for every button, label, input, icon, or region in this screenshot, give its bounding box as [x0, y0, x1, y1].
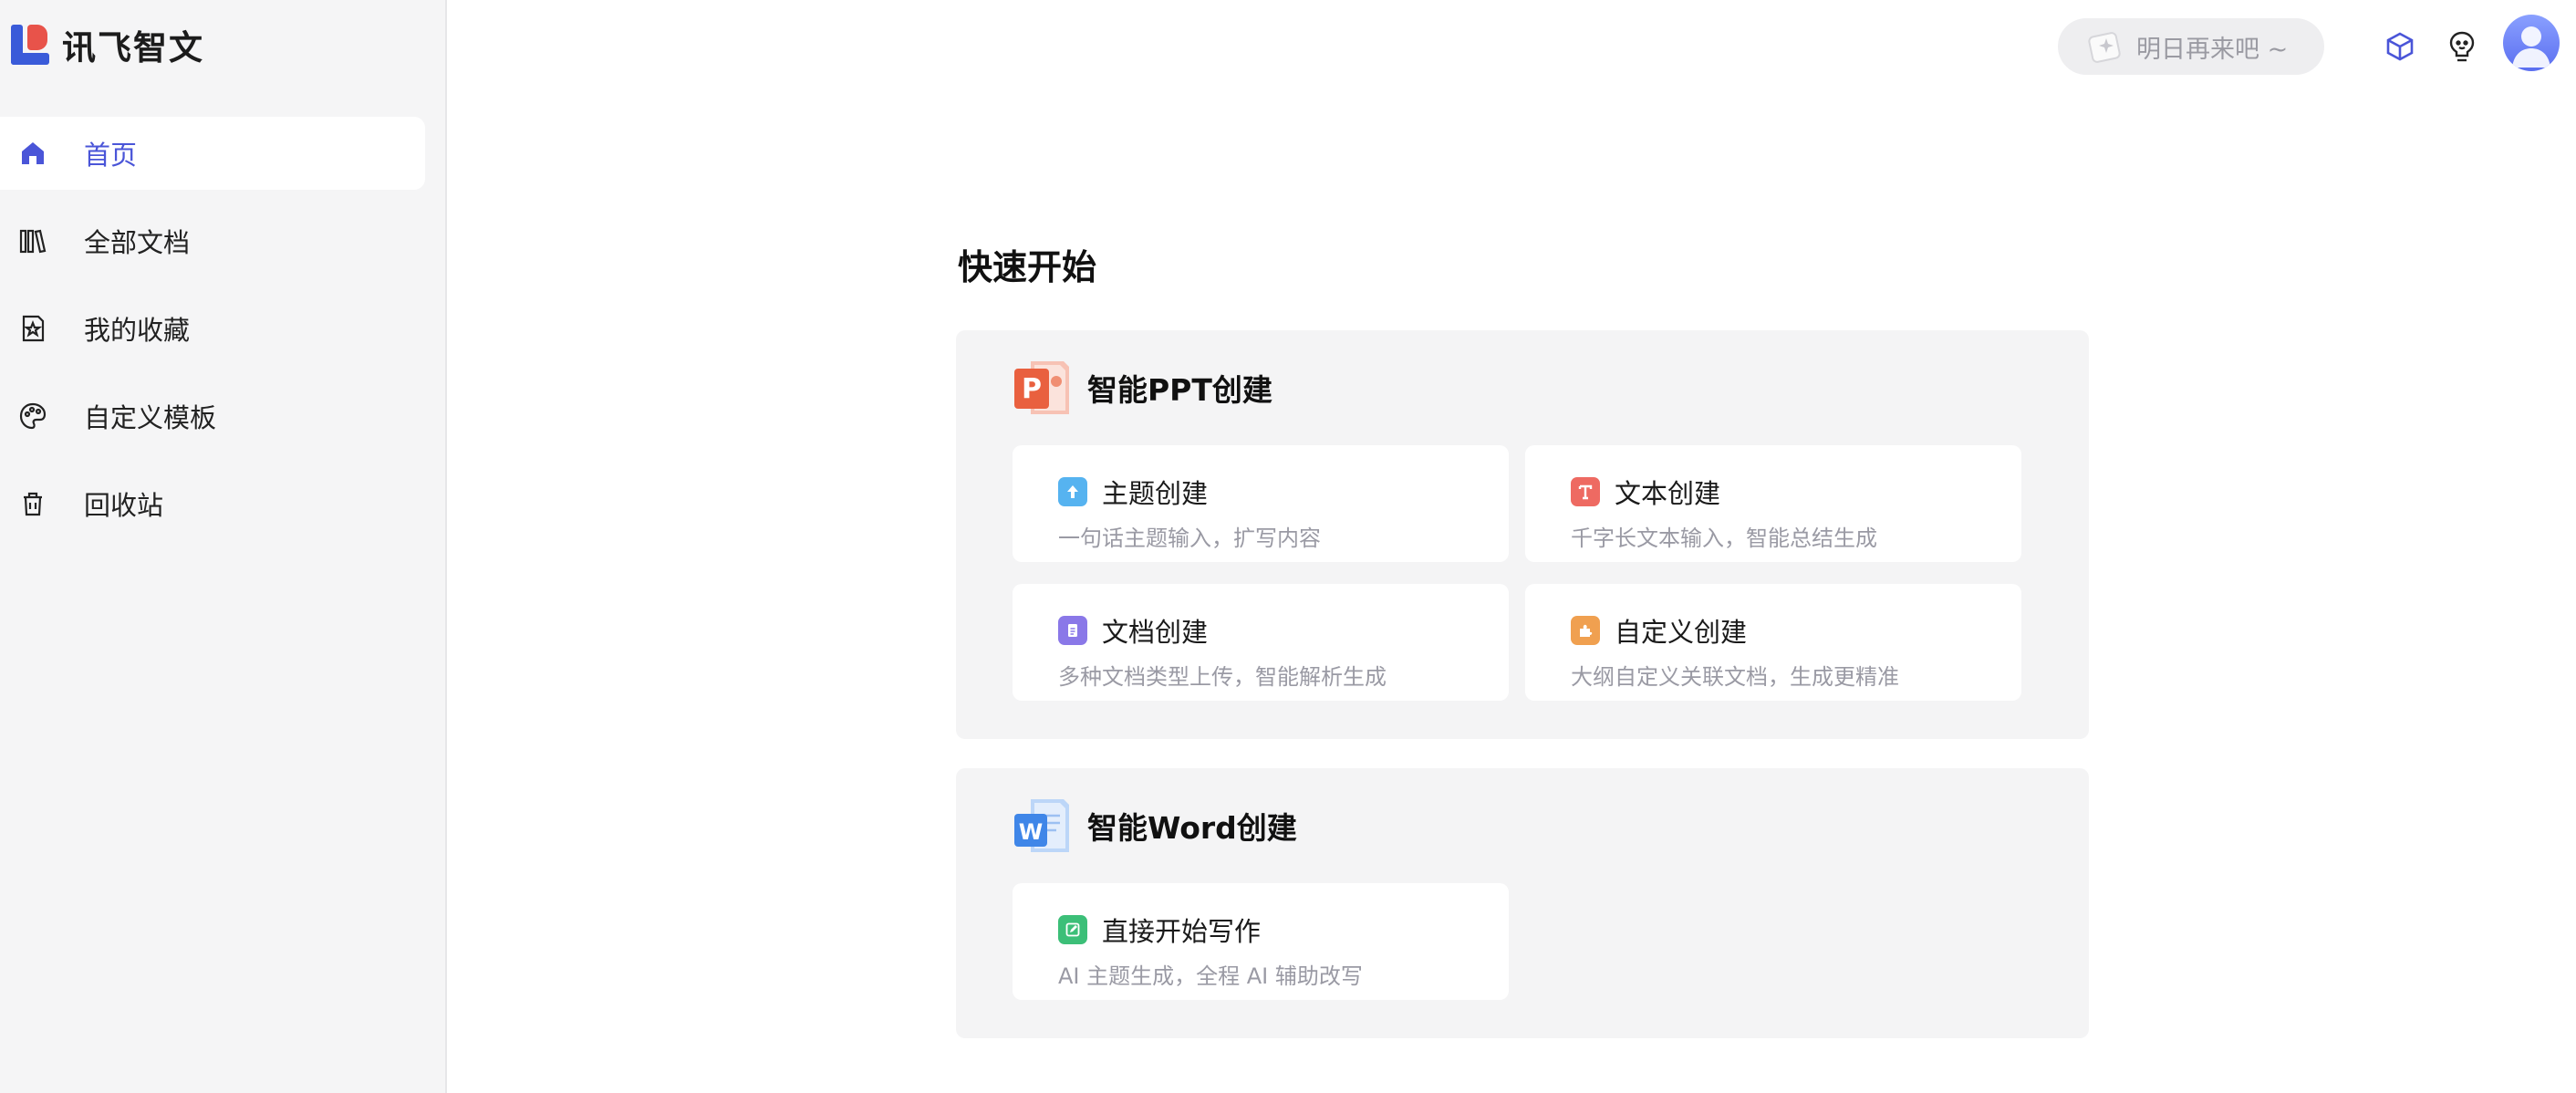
topic-icon [1058, 477, 1087, 506]
ppt-panel-title: 智能PPT创建 [1087, 372, 1272, 408]
word-panel: W 智能Word创建 直接开始写作 AI 主题生成，全程 AI 辅助改写 [956, 768, 2089, 1038]
card-title: 文本创建 [1615, 478, 1721, 509]
puzzle-icon [1571, 616, 1600, 645]
checkin-button[interactable]: 明日再来吧 ~ [2058, 18, 2324, 75]
sidebar-nav: 首页 全部文档 我的收藏 自定义模板 回收站 [0, 117, 447, 555]
sidebar-item-favorites[interactable]: 我的收藏 [0, 292, 425, 365]
sidebar-item-label: 全部文档 [84, 227, 191, 258]
app-name: 讯飞智文 [62, 28, 204, 68]
document-create-card[interactable]: 文档创建 多种文档类型上传，智能解析生成 [1013, 584, 1509, 701]
sparkle-card-icon [2085, 27, 2124, 66]
text-create-card[interactable]: 文本创建 千字长文本输入，智能总结生成 [1525, 445, 2021, 562]
sidebar-item-home[interactable]: 首页 [0, 117, 425, 190]
start-writing-card[interactable]: 直接开始写作 AI 主题生成，全程 AI 辅助改写 [1013, 883, 1509, 1000]
avatar[interactable] [2503, 15, 2560, 71]
palette-icon [18, 401, 47, 431]
card-description: 千字长文本输入，智能总结生成 [1571, 526, 1877, 551]
sidebar-item-label: 我的收藏 [84, 315, 191, 346]
cube-icon[interactable] [2379, 26, 2421, 68]
card-description: 大纲自定义关联文档，生成更精准 [1571, 664, 1899, 690]
ppt-panel: P 智能PPT创建 主题创建 一句话主题输入，扩写内容 文本创建 千字长文本输入… [956, 330, 2089, 739]
card-description: AI 主题生成，全程 AI 辅助改写 [1058, 963, 1363, 989]
sidebar-item-label: 回收站 [84, 490, 164, 521]
sidebar-item-label: 首页 [84, 140, 138, 171]
ppt-file-icon: P [1013, 358, 1073, 418]
sidebar-item-all-documents[interactable]: 全部文档 [0, 204, 425, 277]
page-title: 快速开始 [958, 247, 1097, 287]
edit-icon [1058, 915, 1087, 944]
document-icon [1058, 616, 1087, 645]
custom-create-card[interactable]: 自定义创建 大纲自定义关联文档，生成更精准 [1525, 584, 2021, 701]
svg-text:W: W [1019, 819, 1043, 845]
text-icon [1571, 477, 1600, 506]
svg-text:P: P [1022, 373, 1042, 405]
checkin-label: 明日再来吧 ~ [2136, 35, 2289, 64]
word-panel-title: 智能Word创建 [1087, 810, 1297, 846]
sidebar-item-label: 自定义模板 [84, 402, 217, 433]
documents-icon [18, 226, 47, 255]
logo[interactable]: 讯飞智文 [11, 24, 204, 68]
word-file-icon: W [1013, 796, 1073, 856]
app-root: 讯飞智文 首页 全部文档 我的收藏 自定义模板 回收站 明日再来吧 ~ 快速开始… [0, 0, 2576, 1093]
topic-create-card[interactable]: 主题创建 一句话主题输入，扩写内容 [1013, 445, 1509, 562]
sidebar-item-custom-templates[interactable]: 自定义模板 [0, 380, 425, 453]
card-title: 自定义创建 [1615, 617, 1748, 648]
card-description: 多种文档类型上传，智能解析生成 [1058, 664, 1387, 690]
sidebar-item-trash[interactable]: 回收站 [0, 467, 425, 540]
sidebar: 讯飞智文 首页 全部文档 我的收藏 自定义模板 回收站 [0, 0, 447, 1093]
trash-icon [18, 489, 47, 518]
favorite-icon [18, 314, 47, 343]
word-panel-header: W 智能Word创建 [1013, 796, 1297, 856]
home-icon [18, 139, 47, 168]
ppt-panel-header: P 智能PPT创建 [1013, 358, 1272, 418]
logo-mark-icon [11, 25, 49, 65]
lightbulb-icon[interactable] [2441, 26, 2483, 68]
card-description: 一句话主题输入，扩写内容 [1058, 526, 1321, 551]
card-title: 直接开始写作 [1102, 916, 1262, 947]
card-title: 文档创建 [1102, 617, 1209, 648]
card-title: 主题创建 [1102, 478, 1209, 509]
